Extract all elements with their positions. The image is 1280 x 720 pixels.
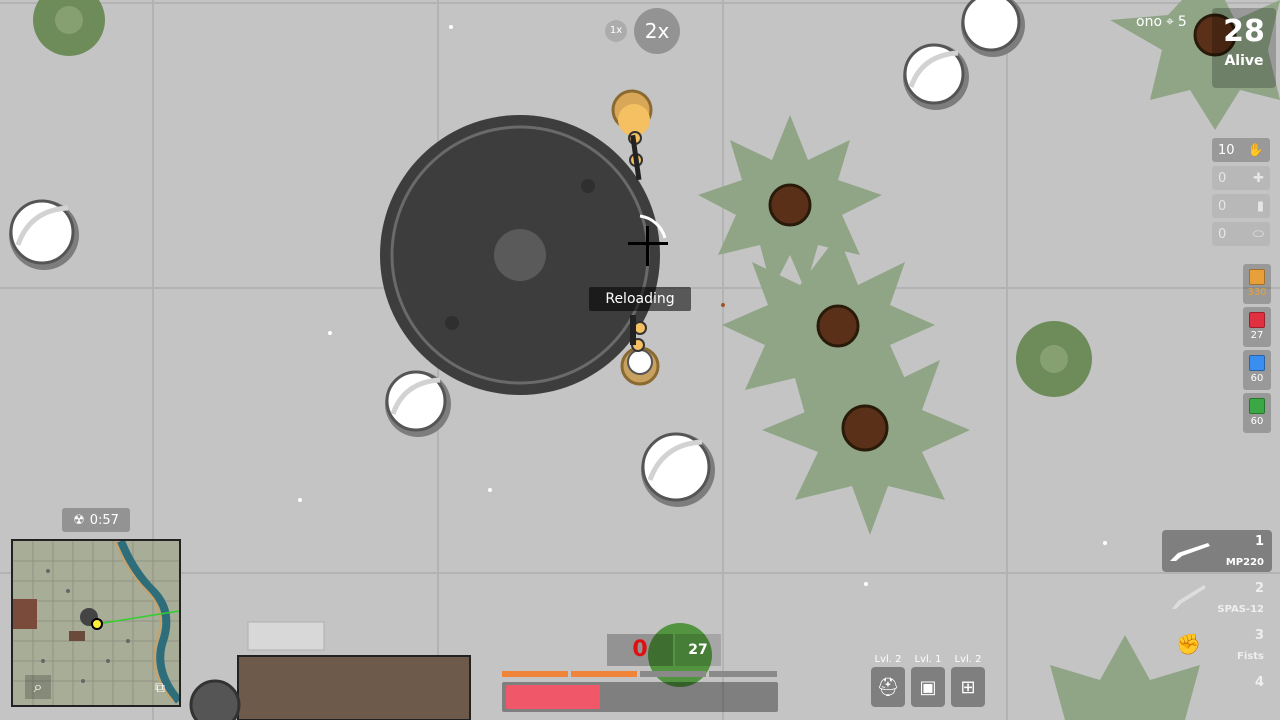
item-count: 0 <box>1218 198 1227 214</box>
weapon-slot-1[interactable]: 1 MP220 <box>1162 530 1272 572</box>
bush-center <box>55 6 83 34</box>
ammo-12gauge[interactable]: 27 <box>1243 307 1271 347</box>
radiation-icon: ☢ <box>73 512 85 528</box>
fist-icon: ✊ <box>1176 632 1201 656</box>
item-count: 0 <box>1218 170 1227 186</box>
ammo-clip: 0 <box>607 634 673 666</box>
silo-bolt <box>581 179 595 193</box>
silo-hatch <box>494 229 546 281</box>
helmet-icon: ⛑ <box>876 676 900 698</box>
vest-icon: ▣ <box>919 676 937 698</box>
ammo-counter: 0 27 <box>607 634 721 666</box>
minimap[interactable]: ⌕ ⧉ <box>11 539 181 707</box>
weapon-slot-number: 3 <box>1254 628 1264 643</box>
health-bar <box>502 682 778 712</box>
stone <box>641 432 715 507</box>
ammo-count: 27 <box>1250 330 1264 341</box>
weapon-name: SPAS-12 <box>1217 604 1264 615</box>
ammo-9mm[interactable]: 330 <box>1243 264 1271 304</box>
weapon-slot-number: 1 <box>1254 534 1264 549</box>
zoom-2x-indicator: 2x <box>634 8 680 54</box>
item-bandage[interactable]: 10 ✋ <box>1212 138 1270 162</box>
cabin-roof <box>237 655 471 720</box>
bush-center <box>1040 345 1068 373</box>
bandage-icon: ✋ <box>1247 142 1264 158</box>
soda-icon: ▮ <box>1256 198 1264 214</box>
boost-bar <box>640 671 706 677</box>
boost-bar <box>709 671 777 677</box>
gear-vest: Lvl. 1 ▣ <box>911 654 945 712</box>
stone <box>903 43 969 110</box>
gear-level: Lvl. 2 <box>874 654 902 665</box>
backpack-icon: ⊞ <box>960 676 976 698</box>
gear-level: Lvl. 1 <box>914 654 942 665</box>
target-icon: ⌖ <box>1166 14 1174 30</box>
magnifier-icon[interactable]: ⌕ <box>25 675 51 699</box>
ammo-556-icon <box>1249 398 1265 414</box>
shotgun-icon <box>1172 585 1206 609</box>
gear-backpack: Lvl. 2 ⊞ <box>951 654 985 712</box>
ammo-12gauge-icon <box>1249 312 1265 328</box>
weapon-slot-2[interactable]: 2 SPAS-12 <box>1162 577 1272 619</box>
kill-count: 5 <box>1177 14 1187 30</box>
gas-timer-value: 0:57 <box>89 512 119 528</box>
weapon-name: Fists <box>1237 651 1264 662</box>
player-name: ono <box>1136 14 1163 30</box>
ammo-count: 60 <box>1250 373 1264 384</box>
stone <box>961 0 1025 57</box>
weapon-slot-3[interactable]: ✊ 3 Fists <box>1162 624 1272 666</box>
kill-counter: ono ⌖ 5 <box>1136 10 1202 34</box>
gas-timer: ☢ 0:57 <box>62 508 130 532</box>
item-medkit[interactable]: 0 ✚ <box>1212 166 1270 190</box>
gear-level: Lvl. 2 <box>954 654 982 665</box>
stone <box>9 199 79 270</box>
pills-icon: ⬭ <box>1252 226 1264 242</box>
ammo-count: 330 <box>1247 287 1267 298</box>
shotgun-icon <box>1170 543 1210 561</box>
boost-bar <box>502 671 568 677</box>
alive-counter: 28 Alive <box>1212 8 1276 88</box>
item-soda[interactable]: 0 ▮ <box>1212 194 1270 218</box>
gear-helmet: Lvl. 2 ⛑ <box>871 654 905 712</box>
weapon-slot-number: 2 <box>1254 581 1264 596</box>
medkit-icon: ✚ <box>1253 170 1264 186</box>
boost-bar <box>571 671 637 677</box>
weapon-name: MP220 <box>1225 557 1264 568</box>
ammo-count: 60 <box>1250 416 1264 427</box>
item-count: 10 <box>1218 142 1235 158</box>
game-world <box>0 0 1280 720</box>
ammo-762[interactable]: 60 <box>1243 350 1271 390</box>
fullscreen-map-icon[interactable]: ⧉ <box>149 677 171 699</box>
alive-count: 28 <box>1223 14 1265 49</box>
item-count: 0 <box>1218 226 1227 242</box>
reloading-indicator: Reloading <box>589 287 691 311</box>
silo-bolt <box>445 316 459 330</box>
ammo-762-icon <box>1249 355 1265 371</box>
zoom-1x-indicator: 1x <box>605 20 627 42</box>
barrel <box>189 679 241 720</box>
brick-wall <box>247 621 325 651</box>
world-objects <box>9 0 1280 720</box>
weapon-slot-4[interactable]: 4 <box>1162 671 1272 691</box>
item-pills[interactable]: 0 ⬭ <box>1212 222 1270 246</box>
ammo-556[interactable]: 60 <box>1243 393 1271 433</box>
alive-label: Alive <box>1224 53 1264 69</box>
pine-tree <box>698 115 882 290</box>
ammo-reserve: 27 <box>675 634 721 666</box>
health-fill <box>506 685 600 709</box>
weapon-slot-number: 4 <box>1254 675 1264 690</box>
pine-tree <box>762 330 970 535</box>
stone <box>385 370 451 437</box>
ammo-9mm-icon <box>1249 269 1265 285</box>
